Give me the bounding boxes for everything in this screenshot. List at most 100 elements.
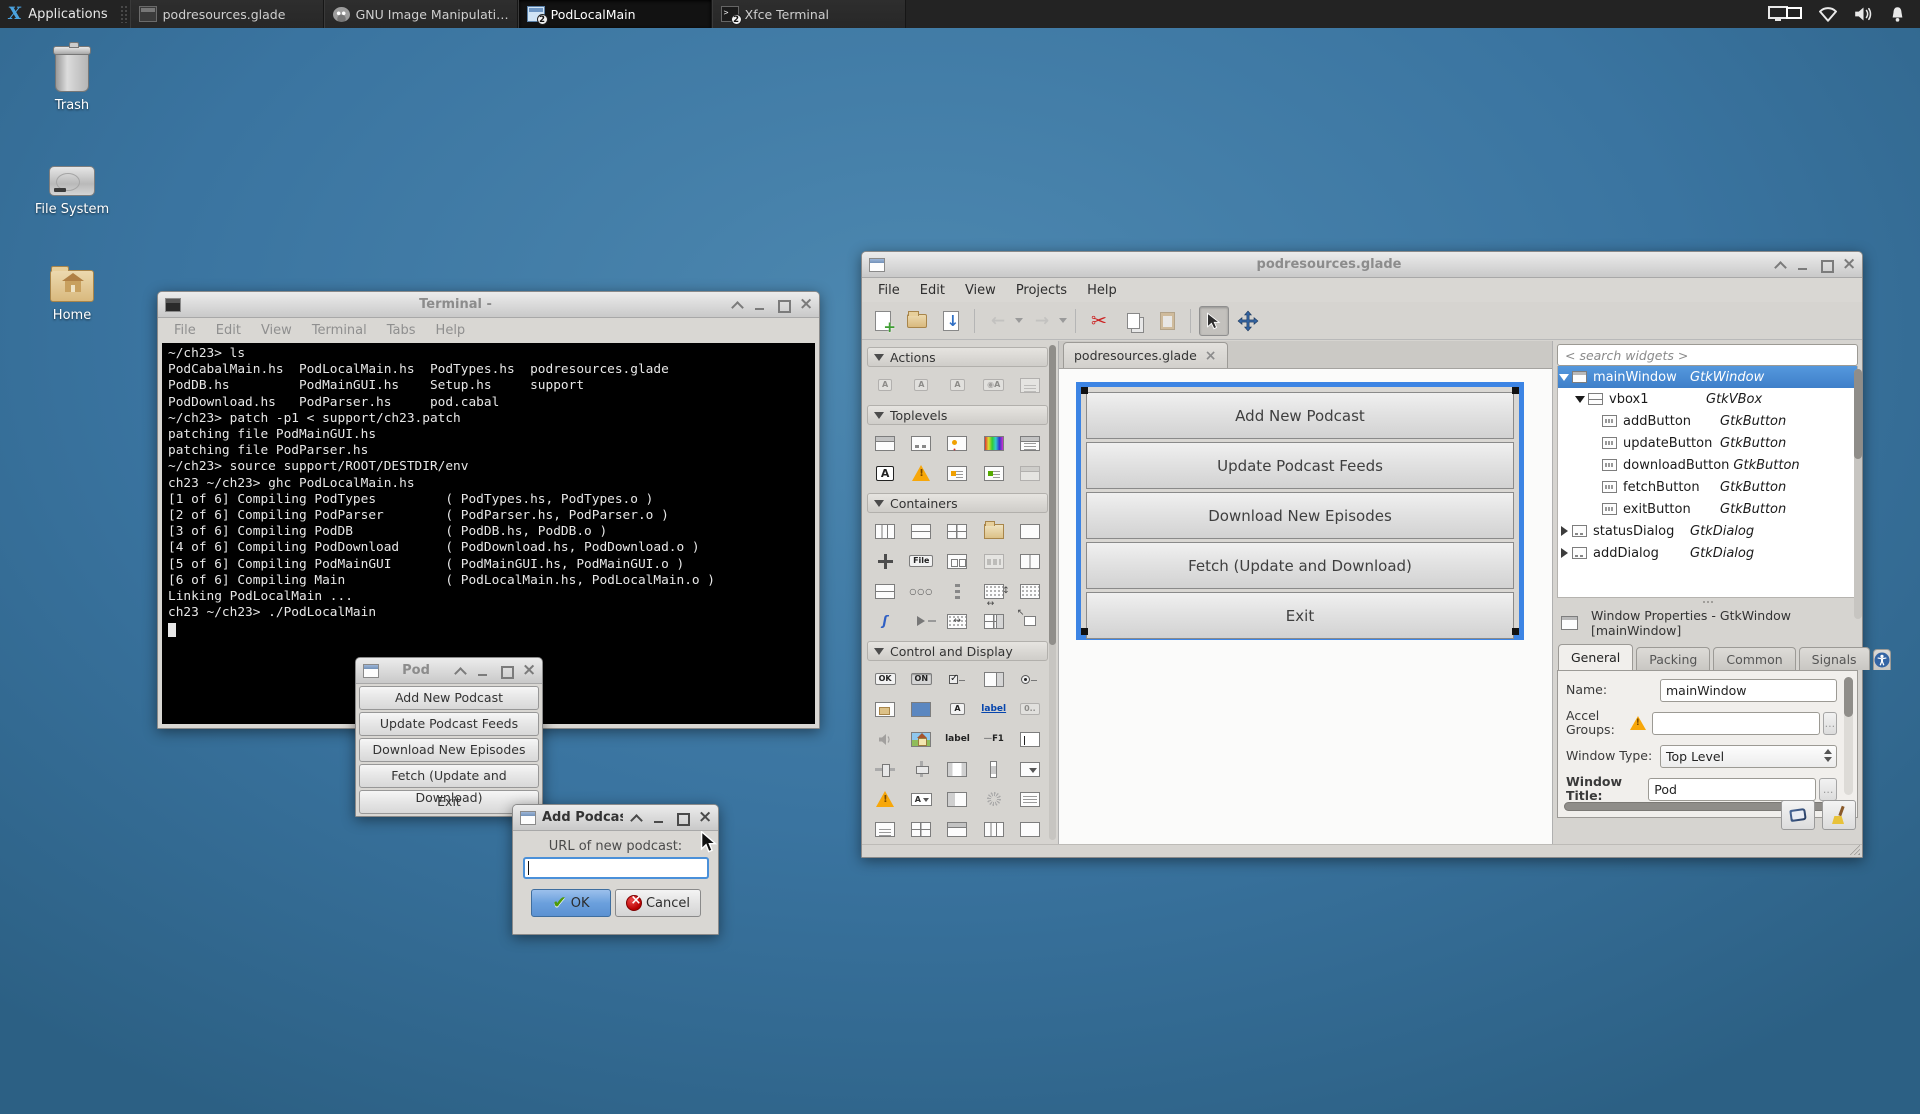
palette-item-hscale[interactable] bbox=[867, 758, 903, 780]
palette-item-spin-button[interactable] bbox=[976, 668, 1012, 690]
window-type-select[interactable]: Top Level bbox=[1660, 745, 1837, 768]
palette-item-button[interactable]: OK bbox=[867, 668, 903, 690]
tree-row-fetchbutton[interactable]: fetchButtonGtkButton bbox=[1600, 476, 1857, 498]
shade-button[interactable] bbox=[453, 664, 466, 677]
close-button[interactable] bbox=[1842, 258, 1855, 271]
palette-item-radio-button[interactable] bbox=[1012, 668, 1048, 690]
palette-item-radio-action[interactable]: A bbox=[939, 374, 975, 396]
palette-item-hpaned[interactable] bbox=[1012, 550, 1048, 572]
palette-item-message-dialog[interactable] bbox=[903, 462, 939, 484]
palette-item-font-selection-dialog[interactable]: A bbox=[867, 462, 903, 484]
maximize-button[interactable] bbox=[1819, 258, 1832, 271]
palette-item-viewport[interactable] bbox=[1012, 580, 1048, 602]
maximize-button[interactable] bbox=[776, 298, 789, 311]
tree-scrollbar[interactable] bbox=[1854, 369, 1862, 619]
palette-item-image[interactable] bbox=[903, 728, 939, 750]
palette-item-alignment[interactable] bbox=[867, 550, 903, 572]
stepper-icons[interactable] bbox=[1824, 749, 1832, 762]
display-settings-icon[interactable] bbox=[1768, 6, 1802, 22]
palette-item-link-button[interactable]: label bbox=[976, 698, 1012, 720]
tab-accessibility-icon[interactable] bbox=[1873, 649, 1891, 670]
design-download-new-episodes-button[interactable]: Download New Episodes bbox=[1086, 492, 1514, 539]
download-new-episodes-button[interactable]: Download New Episodes bbox=[359, 738, 539, 762]
palette-item-toolbar[interactable] bbox=[976, 550, 1012, 572]
palette-item-combo-box[interactable] bbox=[1012, 758, 1048, 780]
wifi-icon[interactable] bbox=[1818, 6, 1838, 22]
palette-item-file-chooser-button[interactable] bbox=[867, 698, 903, 720]
menu-edit[interactable]: Edit bbox=[910, 283, 955, 298]
new-project-button[interactable]: + bbox=[868, 306, 898, 336]
tab-close-icon[interactable]: × bbox=[1205, 348, 1217, 364]
shade-button[interactable] bbox=[1773, 258, 1786, 271]
tree-row-mainwindow[interactable]: mainWindowGtkWindow bbox=[1558, 366, 1857, 388]
palette-item-calendar[interactable] bbox=[939, 818, 975, 840]
close-button[interactable] bbox=[799, 298, 812, 311]
close-button[interactable] bbox=[522, 664, 535, 677]
palette-item-toggle-action[interactable]: A bbox=[903, 374, 939, 396]
maximize-button[interactable] bbox=[499, 664, 512, 677]
menu-view[interactable]: View bbox=[251, 323, 302, 338]
glade-titlebar[interactable]: podresources.glade bbox=[862, 252, 1862, 278]
cut-button[interactable]: ✂ bbox=[1084, 306, 1114, 336]
palette-item-vscale[interactable] bbox=[903, 758, 939, 780]
undo-dropdown[interactable] bbox=[1015, 318, 1023, 323]
menu-tabs[interactable]: Tabs bbox=[377, 323, 426, 338]
palette-item-combo-box-entry[interactable]: A bbox=[903, 788, 939, 810]
tab-packing[interactable]: Packing bbox=[1636, 647, 1710, 670]
palette-item-scrolled-window[interactable] bbox=[976, 580, 1012, 602]
save-button[interactable] bbox=[936, 306, 966, 336]
palette-item-vbox[interactable] bbox=[903, 520, 939, 542]
menu-file[interactable]: File bbox=[868, 283, 910, 298]
window-title-ellipsis-button[interactable]: ... bbox=[1819, 778, 1837, 801]
palette-item-statusbar[interactable] bbox=[939, 788, 975, 810]
palette-item-check-button[interactable] bbox=[939, 668, 975, 690]
palette-item-handle-box[interactable]: ʃ bbox=[867, 610, 903, 632]
expander-icon[interactable] bbox=[1574, 393, 1586, 405]
expander-icon[interactable] bbox=[1558, 547, 1570, 559]
selection-handle[interactable] bbox=[1081, 628, 1088, 635]
menu-help[interactable]: Help bbox=[426, 323, 476, 338]
palette-item-vscrollbar[interactable] bbox=[976, 758, 1012, 780]
design-update-podcast-feeds-button[interactable]: Update Podcast Feeds bbox=[1086, 442, 1514, 489]
design-exit-button[interactable]: Exit bbox=[1086, 592, 1514, 639]
applications-menu[interactable]: X Applications bbox=[0, 0, 118, 28]
minimize-button[interactable] bbox=[753, 298, 766, 311]
widget-search-input[interactable]: < search widgets > bbox=[1557, 344, 1858, 366]
add-podcast-titlebar[interactable]: Add Podcast bbox=[513, 805, 718, 831]
minimize-button[interactable] bbox=[1796, 258, 1809, 271]
palette-item-layout[interactable] bbox=[939, 610, 975, 632]
menu-help[interactable]: Help bbox=[1077, 283, 1127, 298]
design-fetch-button[interactable]: Fetch (Update and Download) bbox=[1086, 542, 1514, 589]
palette-item-color-selection-dialog[interactable] bbox=[976, 432, 1012, 454]
palette-item-hscrollbar[interactable] bbox=[939, 758, 975, 780]
selected-window-design[interactable]: Add New Podcast Update Podcast Feeds Dow… bbox=[1076, 382, 1524, 640]
palette-item-notebook[interactable] bbox=[976, 520, 1012, 542]
tree-row-vbox1[interactable]: vbox1GtkVBox bbox=[1574, 388, 1857, 410]
palette-item-action-group[interactable] bbox=[1012, 374, 1048, 396]
palette-item-fixed[interactable] bbox=[1012, 610, 1048, 632]
properties-vscrollbar[interactable] bbox=[1844, 677, 1853, 795]
palette-item-about-dialog[interactable] bbox=[939, 432, 975, 454]
pod-titlebar[interactable]: Pod bbox=[356, 658, 542, 684]
palette-item-paned[interactable] bbox=[976, 610, 1012, 632]
desktop-icon-home[interactable]: Home bbox=[17, 270, 127, 323]
palette-item-vpaned[interactable] bbox=[867, 580, 903, 602]
add-new-podcast-button[interactable]: Add New Podcast bbox=[359, 686, 539, 710]
shade-button[interactable] bbox=[730, 298, 743, 311]
accel-groups-input[interactable] bbox=[1652, 712, 1820, 735]
paste-button[interactable] bbox=[1152, 306, 1182, 336]
select-widgets-button[interactable] bbox=[1199, 306, 1229, 336]
drag-resize-button[interactable] bbox=[1233, 306, 1263, 336]
palette-item-separator[interactable] bbox=[1012, 818, 1048, 840]
palette-item-font-button[interactable]: A bbox=[939, 698, 975, 720]
resize-grip[interactable] bbox=[1850, 845, 1860, 855]
desktop-icon-trash[interactable]: Trash bbox=[17, 50, 127, 113]
taskbar-item-xfce-terminal[interactable]: 2 Xfce Terminal bbox=[712, 0, 906, 28]
palette-item-label[interactable]: label bbox=[939, 728, 975, 750]
tree-row-statusdialog[interactable]: statusDialogGtkDialog bbox=[1558, 520, 1857, 542]
redo-dropdown[interactable] bbox=[1059, 318, 1067, 323]
palette-item-entry[interactable] bbox=[1012, 728, 1048, 750]
cancel-button[interactable]: Cancel bbox=[615, 889, 701, 917]
taskbar-item-gimp[interactable]: GNU Image Manipulation ... bbox=[324, 0, 518, 28]
design-canvas[interactable]: podresources.glade × Add New Podcast Upd… bbox=[1058, 341, 1553, 844]
